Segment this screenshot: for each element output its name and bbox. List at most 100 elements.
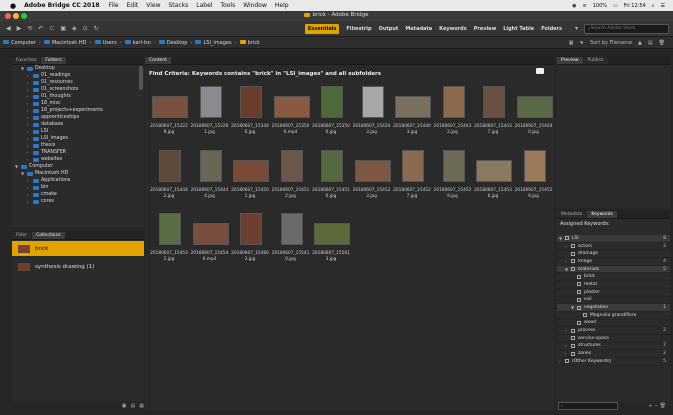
- spotlight-icon[interactable]: ⌕: [652, 3, 655, 9]
- workspace-output[interactable]: Output: [379, 26, 399, 32]
- keyword-row[interactable]: › structures 7: [557, 343, 670, 351]
- tab-keywords[interactable]: Keywords: [587, 211, 617, 218]
- workspace-light-table[interactable]: Light Table: [503, 26, 534, 32]
- menu-list-icon[interactable]: ☰: [661, 3, 665, 9]
- folder-row[interactable]: › TRANSFER: [12, 149, 144, 156]
- star-filter-icon[interactable]: ★: [579, 40, 583, 46]
- keyword-checkbox[interactable]: [571, 259, 575, 264]
- thumbnail-image[interactable]: [523, 150, 546, 182]
- refine-icon[interactable]: ◈: [72, 25, 77, 32]
- folder-row[interactable]: ▼ Computer: [12, 163, 144, 170]
- sort-ascending-icon[interactable]: ▲: [638, 40, 642, 46]
- thumbnail-image[interactable]: [280, 213, 303, 245]
- open-icon[interactable]: ⊙: [83, 25, 88, 32]
- sort-dropdown[interactable]: Sort by Filename: [590, 40, 632, 46]
- chevron-down-icon[interactable]: ▾: [575, 25, 578, 32]
- menu-stacks[interactable]: Stacks: [168, 2, 188, 9]
- thumbnail-image[interactable]: [442, 150, 465, 182]
- clock[interactable]: Fri 12:54: [624, 3, 646, 9]
- recent-icon[interactable]: ⟲: [27, 25, 32, 32]
- keyword-checkbox[interactable]: [571, 328, 575, 333]
- keyword-row[interactable]: › zones 2: [557, 350, 670, 358]
- apple-icon[interactable]: ●: [10, 2, 16, 10]
- folder-row[interactable]: › apprenticeships: [12, 114, 144, 121]
- tab-collections[interactable]: Collections: [32, 232, 65, 239]
- app-menu[interactable]: Adobe Bridge CC 2018: [24, 2, 99, 9]
- workspace-keywords[interactable]: Keywords: [439, 26, 467, 32]
- folder-row[interactable]: › cmake: [12, 191, 144, 198]
- tab-favorites[interactable]: Favorites: [12, 57, 41, 64]
- keyword-checkbox[interactable]: [577, 274, 581, 279]
- keyword-row[interactable]: brick: [557, 273, 670, 282]
- delete-collection-icon[interactable]: ▦: [139, 403, 144, 409]
- tab-metadata[interactable]: Metadata: [557, 211, 587, 218]
- thumbnail-image[interactable]: [152, 96, 188, 118]
- camera-icon[interactable]: ▣: [60, 25, 66, 32]
- new-smart-collection-icon[interactable]: ▣: [122, 403, 127, 409]
- keyword-row[interactable]: wood: [557, 320, 670, 328]
- keyword-checkbox[interactable]: [577, 282, 581, 287]
- keyword-checkbox[interactable]: [571, 336, 575, 341]
- breadcrumb-brick[interactable]: brick: [239, 40, 260, 46]
- folder-row[interactable]: › 01_readings: [12, 72, 144, 79]
- new-collection-icon[interactable]: ▤: [131, 403, 136, 409]
- keyword-row[interactable]: › image 4: [557, 258, 670, 266]
- back-icon[interactable]: ◀: [6, 25, 11, 32]
- thumbnail-image[interactable]: [159, 213, 181, 245]
- folder-row[interactable]: › database: [12, 121, 144, 128]
- folder-row[interactable]: › thesis: [12, 142, 144, 149]
- keyword-checkbox[interactable]: [577, 320, 581, 325]
- thumbnail-image[interactable]: [442, 86, 465, 118]
- thumbnail-image[interactable]: [240, 213, 262, 245]
- tab-preview[interactable]: Preview: [557, 57, 583, 64]
- thumbnail-image[interactable]: [314, 223, 350, 245]
- breadcrumb-hd[interactable]: Macintosh HD: [43, 40, 87, 46]
- breadcrumb-desktop[interactable]: Desktop: [158, 40, 187, 46]
- breadcrumb-lsi-images[interactable]: LSI_images: [195, 40, 232, 46]
- view-grid-icon[interactable]: ▦: [569, 40, 574, 46]
- thumbnail-image[interactable]: [192, 223, 229, 245]
- menu-view[interactable]: View: [146, 2, 160, 9]
- stock-search-input[interactable]: ⌕ Search Adobe Stock: [584, 23, 669, 34]
- workspace-preview[interactable]: Preview: [474, 26, 497, 32]
- thumbnail-image[interactable]: [321, 150, 343, 182]
- thumbnail-image[interactable]: [395, 96, 431, 118]
- speech-bubble-icon[interactable]: [536, 68, 544, 74]
- menu-edit[interactable]: Edit: [127, 2, 139, 9]
- folder-row[interactable]: › websites: [12, 156, 144, 163]
- tab-folders[interactable]: Folders: [41, 57, 66, 64]
- menu-tools[interactable]: Tools: [220, 2, 235, 9]
- tab-content[interactable]: Content: [145, 57, 171, 64]
- keyword-actions-icon[interactable]: + − 🗑: [648, 403, 666, 409]
- keyword-checkbox[interactable]: [571, 343, 575, 348]
- keyword-row[interactable]: ▼ LSI 8: [557, 235, 670, 243]
- thumbnail-image[interactable]: [233, 160, 269, 182]
- thumbnail-image[interactable]: [240, 86, 262, 118]
- menu-window[interactable]: Window: [243, 2, 267, 9]
- delete-icon[interactable]: 🗑: [659, 40, 665, 46]
- keyword-row[interactable]: metal: [557, 281, 670, 289]
- folder-row[interactable]: ▼ Desktop: [12, 65, 144, 72]
- folder-row[interactable]: › 18_projects+experiments: [12, 107, 144, 114]
- tab-publish[interactable]: Publish: [583, 57, 608, 64]
- keyword-row[interactable]: soil: [557, 297, 670, 305]
- folder-row[interactable]: › cores: [12, 198, 144, 205]
- keyword-checkbox[interactable]: [571, 267, 575, 272]
- folder-row[interactable]: › Applications: [12, 177, 144, 184]
- thumbnail-image[interactable]: [273, 96, 310, 118]
- thumbnail-image[interactable]: [280, 150, 303, 182]
- collection-synthesis[interactable]: synthesis drawing (1): [12, 259, 144, 274]
- folder-row[interactable]: › LSI: [12, 128, 144, 135]
- thumbnail-image[interactable]: [516, 96, 553, 118]
- keyword-checkbox[interactable]: [571, 244, 575, 249]
- wifi-icon[interactable]: ≋: [583, 3, 587, 9]
- folder-row[interactable]: › 18_misc: [12, 100, 144, 107]
- breadcrumb-user[interactable]: karl-lsn: [124, 40, 151, 46]
- workspace-filmstrip[interactable]: Filmstrip: [346, 26, 371, 32]
- thumbnail-image[interactable]: [361, 86, 384, 118]
- thumbnail-image[interactable]: [483, 86, 505, 118]
- folder-row[interactable]: › LSI_images: [12, 135, 144, 142]
- thumbnail-image[interactable]: [402, 150, 424, 182]
- collection-brick[interactable]: brick: [12, 241, 144, 256]
- thumbnail-image[interactable]: [476, 160, 512, 182]
